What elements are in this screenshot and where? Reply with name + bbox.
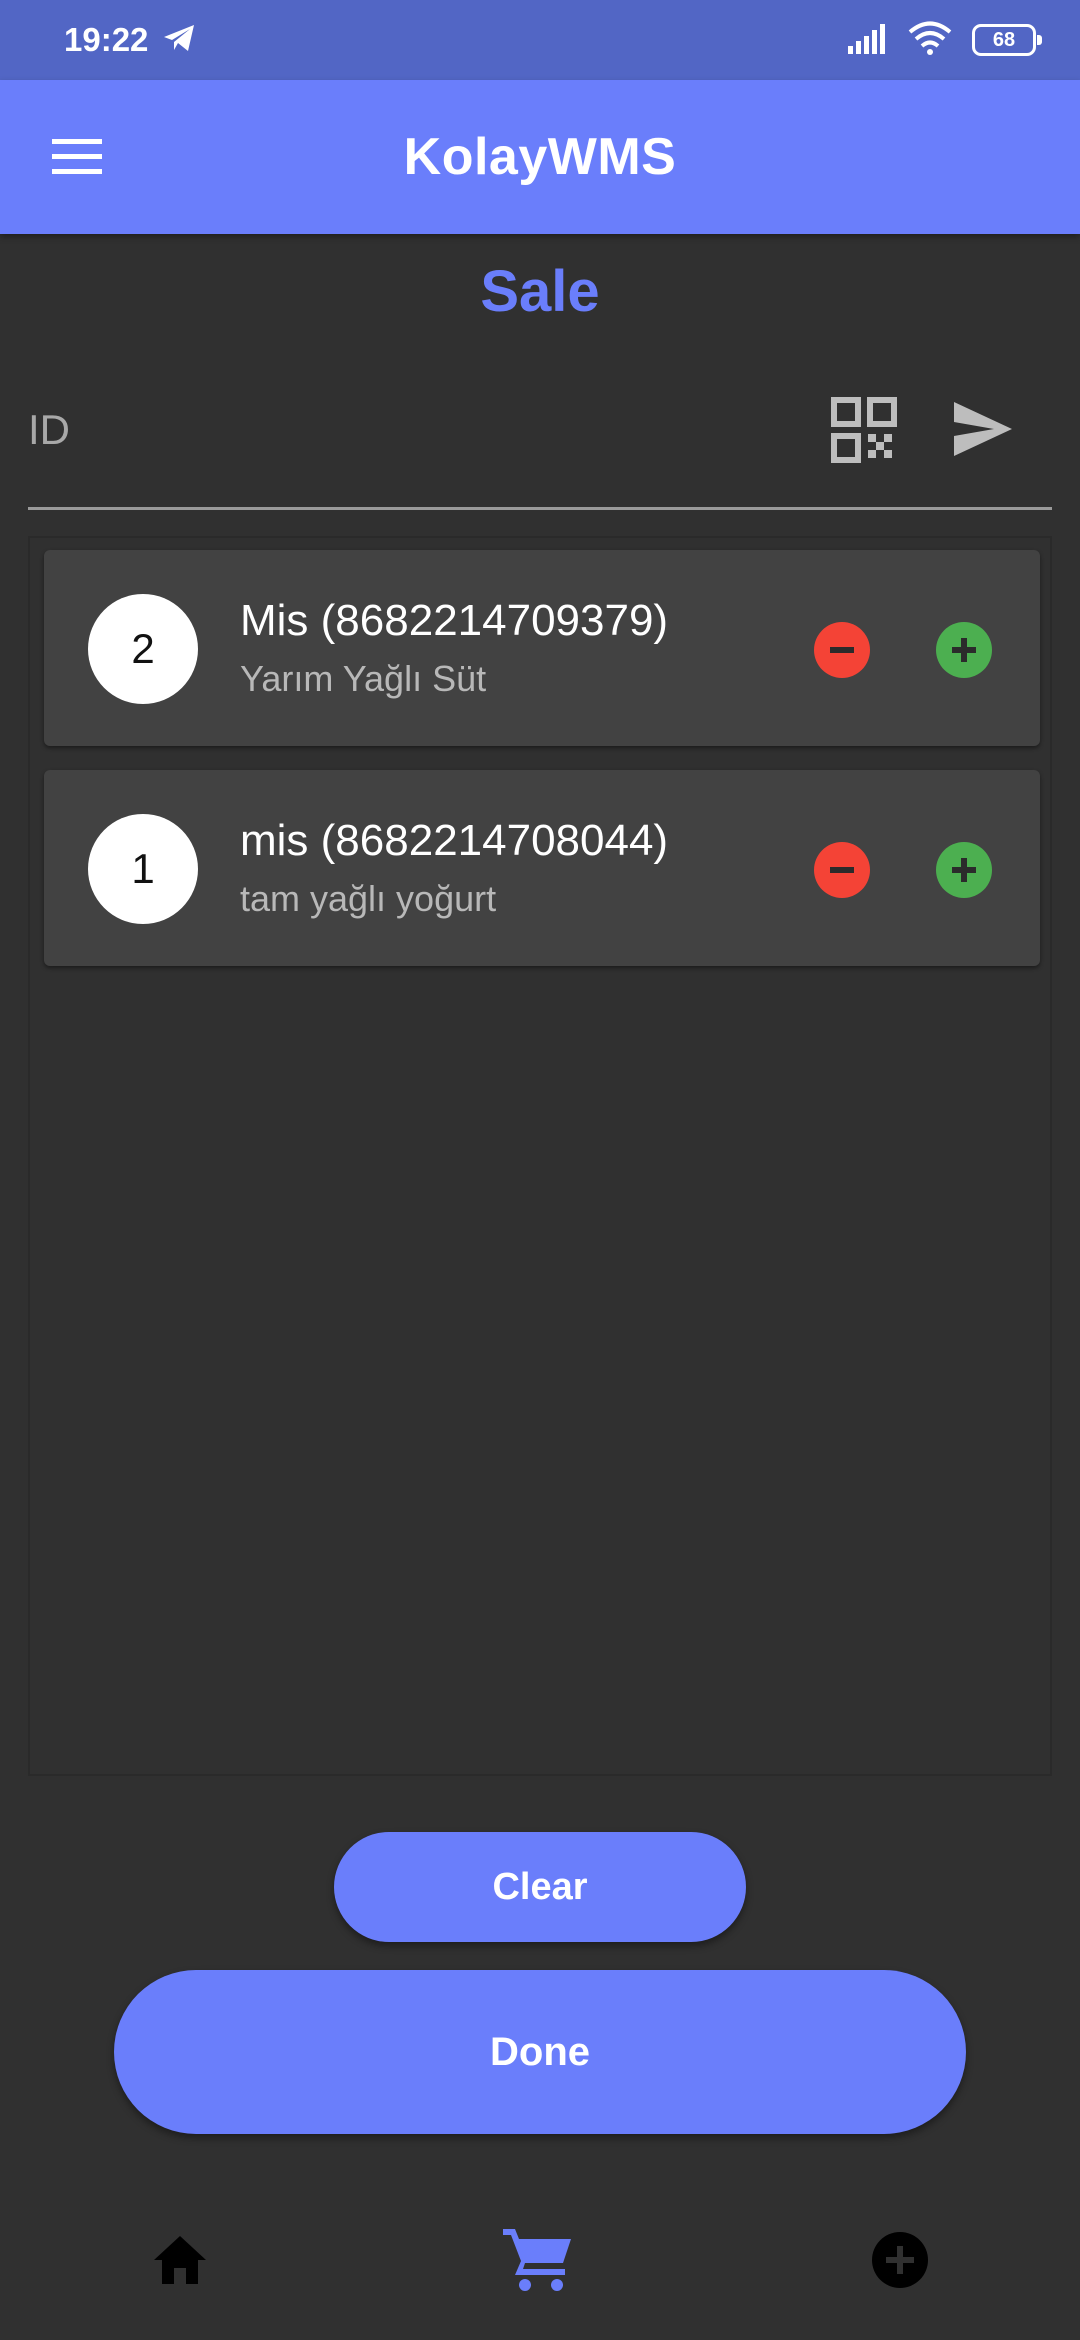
signal-icon <box>846 22 888 59</box>
id-input-row <box>28 380 1052 510</box>
bottom-navigation <box>0 2180 1080 2340</box>
status-time: 19:22 <box>64 21 149 58</box>
clear-button[interactable]: Clear <box>334 1832 746 1942</box>
increase-quantity-button[interactable] <box>936 842 992 898</box>
decrease-quantity-button[interactable] <box>814 842 870 898</box>
increase-quantity-button[interactable] <box>936 622 992 678</box>
list-item[interactable]: 2 Mis (8682214709379) Yarım Yağlı Süt <box>44 550 1040 746</box>
home-icon[interactable] <box>140 2220 220 2300</box>
app-title: KolayWMS <box>403 128 677 186</box>
item-list: 2 Mis (8682214709379) Yarım Yağlı Süt 1 … <box>28 536 1052 1776</box>
page-title: Sale <box>480 259 600 324</box>
add-circle-icon[interactable] <box>860 2220 940 2300</box>
send-icon[interactable] <box>950 396 1016 462</box>
plus-icon <box>952 858 976 882</box>
status-right: 68 <box>846 21 1042 60</box>
decrease-quantity-button[interactable] <box>814 622 870 678</box>
minus-icon <box>830 647 854 653</box>
wifi-icon <box>908 21 952 60</box>
minus-icon <box>830 867 854 873</box>
item-subtitle: tam yağlı yoğurt <box>240 878 497 919</box>
quantity-badge: 2 <box>88 594 198 704</box>
done-button[interactable]: Done <box>114 1970 966 2134</box>
app-bar: KolayWMS <box>0 80 1080 234</box>
id-input[interactable] <box>28 390 788 470</box>
status-bar: 19:22 68 <box>0 0 1080 80</box>
quantity-badge: 1 <box>88 814 198 924</box>
list-item[interactable]: 1 mis (8682214708044) tam yağlı yoğurt <box>44 770 1040 966</box>
qr-code-icon[interactable] <box>828 394 900 466</box>
telegram-icon <box>162 23 196 58</box>
hamburger-menu-icon[interactable] <box>50 130 104 184</box>
status-left: 19:22 <box>64 21 196 59</box>
cart-icon[interactable] <box>498 2220 578 2300</box>
item-subtitle: Yarım Yağlı Süt <box>240 658 487 699</box>
plus-icon <box>952 638 976 662</box>
item-title: Mis (8682214709379) <box>240 596 669 645</box>
item-title: mis (8682214708044) <box>240 816 669 865</box>
battery-icon: 68 <box>972 24 1042 56</box>
